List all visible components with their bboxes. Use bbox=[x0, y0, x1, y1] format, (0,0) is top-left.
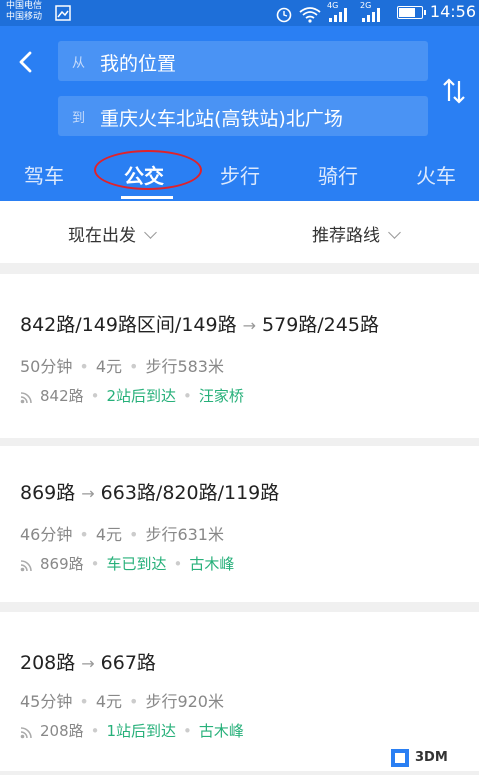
realtime-signal-icon bbox=[20, 391, 32, 403]
carrier-info: 中国电信 中国移动 bbox=[6, 1, 42, 23]
wifi-icon bbox=[299, 7, 321, 23]
route-duration: 45分钟 bbox=[20, 692, 73, 711]
filter-bar: 现在出发 推荐路线 bbox=[0, 201, 479, 263]
swap-direction-icon[interactable] bbox=[441, 76, 467, 106]
chevron-down-icon bbox=[388, 226, 401, 239]
realtime-line: 842路 bbox=[40, 387, 84, 405]
first-leg-lines: 869路 bbox=[20, 482, 76, 504]
route-fare: 4元 bbox=[95, 357, 122, 376]
arrow-right-icon: → bbox=[81, 654, 95, 673]
realtime-signal-icon bbox=[20, 726, 32, 738]
route-fare: 4元 bbox=[95, 692, 122, 711]
status-bar: 中国电信 中国移动 4G 2G 14:56 bbox=[0, 0, 479, 26]
second-leg-lines: 579路/245路 bbox=[262, 314, 379, 336]
route-card[interactable]: 842路/149路区间/149路 → 579路/245路 50分钟 • 4元 • 步行583… bbox=[0, 274, 479, 438]
realtime-stop-count: 1站后到达 bbox=[106, 722, 177, 740]
route-lines: 842路/149路区间/149路 → 579路/245路 bbox=[20, 310, 379, 337]
carrier-name-2: 中国移动 bbox=[6, 12, 43, 22]
active-tab-indicator bbox=[121, 196, 173, 199]
battery-icon bbox=[397, 6, 426, 19]
destination-field[interactable]: 到 重庆火车北站(高铁站)北广场 bbox=[58, 96, 428, 136]
tab-walk[interactable]: 步行 bbox=[220, 160, 260, 189]
realtime-status: 车已到达 bbox=[106, 555, 167, 573]
route-lines: 208路 → 667路 bbox=[20, 648, 156, 675]
signal-icon bbox=[362, 8, 380, 22]
route-duration: 50分钟 bbox=[20, 357, 73, 376]
route-fare: 4元 bbox=[95, 525, 122, 544]
route-meta: 50分钟 • 4元 • 步行583米 bbox=[20, 357, 224, 376]
tab-drive[interactable]: 驾车 bbox=[24, 160, 64, 189]
back-arrow-icon[interactable] bbox=[12, 48, 40, 76]
second-leg-lines: 667路 bbox=[100, 652, 156, 674]
tab-train[interactable]: 火车 bbox=[416, 160, 456, 189]
carrier-name-1: 中国电信 bbox=[6, 1, 43, 11]
realtime-stop: 古木峰 bbox=[198, 722, 244, 740]
realtime-signal-icon bbox=[20, 559, 32, 571]
image-notification-icon bbox=[55, 5, 71, 21]
realtime-info: 869路 • 车已到达 • 古木峰 bbox=[20, 553, 234, 574]
origin-tag: 从 bbox=[72, 56, 86, 71]
tab-transit[interactable]: 公交 bbox=[124, 160, 164, 189]
first-leg-lines: 842路/149路区间/149路 bbox=[20, 314, 237, 336]
origin-field[interactable]: 从 我的位置 bbox=[58, 41, 428, 81]
watermark-text: 3DM bbox=[415, 750, 448, 765]
destination-value: 重庆火车北站(高铁站)北广场 bbox=[100, 108, 343, 130]
sort-dropdown[interactable]: 推荐路线 bbox=[312, 221, 401, 246]
alarm-icon bbox=[276, 7, 292, 23]
sort-label: 推荐路线 bbox=[312, 226, 380, 246]
arrow-right-icon: → bbox=[81, 484, 95, 503]
arrow-right-icon: → bbox=[242, 316, 257, 335]
departure-time-dropdown[interactable]: 现在出发 bbox=[68, 221, 157, 246]
clock: 14:56 bbox=[429, 2, 476, 21]
route-header: 从 我的位置 到 重庆火车北站(高铁站)北广场 驾车 公交 步行 骑行 火车 bbox=[0, 26, 479, 201]
first-leg-lines: 208路 bbox=[20, 652, 76, 674]
route-walk-distance: 步行631米 bbox=[145, 525, 224, 544]
realtime-line: 208路 bbox=[40, 722, 84, 740]
watermark-logo: 3DM bbox=[389, 745, 479, 771]
realtime-stop: 古木峰 bbox=[189, 555, 235, 573]
chevron-down-icon bbox=[144, 226, 157, 239]
second-leg-lines: 663路/820路/119路 bbox=[100, 482, 280, 504]
realtime-line: 869路 bbox=[40, 555, 84, 573]
signal-icon bbox=[329, 8, 347, 22]
route-duration: 46分钟 bbox=[20, 525, 73, 544]
realtime-status: 2站后到达 bbox=[106, 387, 177, 405]
route-lines: 869路 → 663路/820路/119路 bbox=[20, 478, 279, 505]
realtime-stop: 汪家桥 bbox=[198, 387, 244, 405]
route-walk-distance: 步行583米 bbox=[145, 357, 224, 376]
travel-mode-tabs: 驾车 公交 步行 骑行 火车 bbox=[0, 150, 479, 200]
realtime-info: 208路 • 1站后到达 • 古木峰 bbox=[20, 720, 244, 741]
route-walk-distance: 步行920米 bbox=[145, 692, 224, 711]
route-card[interactable]: 869路 → 663路/820路/119路 46分钟 • 4元 • 步行631米 869路 •… bbox=[0, 446, 479, 602]
destination-tag: 到 bbox=[72, 111, 86, 126]
route-meta: 45分钟 • 4元 • 步行920米 bbox=[20, 692, 224, 711]
origin-value: 我的位置 bbox=[100, 53, 177, 75]
realtime-info: 842路 • 2站后到达 • 汪家桥 bbox=[20, 385, 244, 406]
tab-bike[interactable]: 骑行 bbox=[318, 160, 358, 189]
departure-time-label: 现在出发 bbox=[68, 226, 136, 246]
route-meta: 46分钟 • 4元 • 步行631米 bbox=[20, 525, 224, 544]
